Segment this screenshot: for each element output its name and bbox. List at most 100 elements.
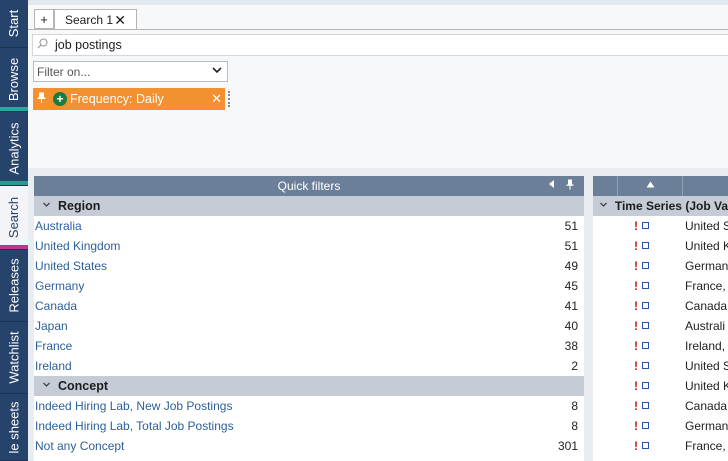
checkbox[interactable] (642, 322, 649, 329)
series-name: Canada, (685, 299, 728, 313)
warning-flag-icon: ! (634, 439, 638, 453)
table-row[interactable]: ! Canada, (593, 296, 728, 316)
frequency-filter-label: Frequency: Daily (70, 92, 164, 106)
search-input[interactable]: job postings (32, 34, 728, 56)
close-icon[interactable]: ✕ (211, 91, 222, 107)
group-label: Concept (58, 379, 108, 393)
item-count: 45 (564, 279, 578, 293)
table-row[interactable]: ! United S (593, 216, 728, 236)
quick-filters-panel: Quick filters Region Australia 51 United … (34, 176, 584, 461)
item-label: Ireland (35, 359, 72, 373)
list-item[interactable]: Australia 51 (34, 216, 584, 236)
collapse-left-icon[interactable] (548, 179, 556, 192)
group-label: Region (58, 199, 101, 213)
nav-tab-start[interactable]: Start (0, 0, 28, 48)
frequency-filter-chip[interactable]: + Frequency: Daily ✕ (33, 88, 225, 110)
warning-flag-icon: ! (634, 379, 638, 393)
table-row[interactable]: ! Germany (593, 416, 728, 436)
list-item[interactable]: Indeed Hiring Lab, New Job Postings 8 (34, 396, 584, 416)
warning-flag-icon: ! (634, 419, 638, 433)
group-header-concept[interactable]: Concept (34, 376, 584, 396)
list-item[interactable]: United States 49 (34, 256, 584, 276)
item-count: 38 (564, 339, 578, 353)
warning-flag-icon: ! (634, 339, 638, 353)
item-label: United States (35, 259, 108, 273)
list-item[interactable]: Ireland 2 (34, 356, 584, 376)
warning-flag-icon: ! (634, 219, 638, 233)
pin-icon[interactable] (33, 92, 49, 106)
list-item[interactable]: Indeed Hiring Lab, Total Job Postings 8 (34, 416, 584, 436)
table-row[interactable]: ! Ireland, (593, 336, 728, 356)
nav-tab-start-label: Start (6, 9, 22, 38)
table-row[interactable]: ! United K (593, 376, 728, 396)
drag-handle[interactable] (228, 91, 231, 107)
table-row[interactable]: ! Germany (593, 256, 728, 276)
checkbox[interactable] (642, 302, 649, 309)
tab-search-1[interactable]: Search 1 ✕ (54, 9, 137, 30)
pin-icon[interactable] (566, 179, 574, 193)
table-row[interactable]: ! United K (593, 236, 728, 256)
table-row[interactable]: ! United S (593, 356, 728, 376)
result-rows: ! United S! United K! Germany! France, T! Can… (593, 216, 728, 456)
series-name: United S (685, 219, 728, 233)
item-label: Canada (35, 299, 78, 313)
search-icon (33, 38, 51, 52)
nav-tab-analytics-accent (0, 181, 28, 185)
filter-dropdown[interactable]: Filter on... (33, 61, 228, 82)
add-icon[interactable]: + (53, 92, 67, 106)
checkbox[interactable] (642, 282, 649, 289)
table-row[interactable]: ! Canada, (593, 396, 728, 416)
nav-tab-browse[interactable]: Browse (0, 48, 28, 112)
item-count: 49 (564, 259, 578, 273)
group-header-region[interactable]: Region (34, 196, 584, 216)
item-count: 40 (564, 319, 578, 333)
list-item[interactable]: Germany 45 (34, 276, 584, 296)
list-item[interactable]: France 38 (34, 336, 584, 356)
close-icon[interactable]: ✕ (114, 12, 126, 29)
list-item[interactable]: Japan 40 (34, 316, 584, 336)
nav-tab-watchlist[interactable]: Watchlist (0, 322, 28, 394)
search-query: job postings (55, 38, 122, 52)
table-row[interactable]: ! France, I (593, 436, 728, 456)
nav-tab-search[interactable]: Search (0, 186, 28, 250)
series-name: France, T (685, 279, 728, 293)
table-row[interactable]: ! Australi (593, 316, 728, 336)
results-group-label: Time Series (Job Va (614, 199, 728, 213)
nav-tab-search-label: Search (6, 196, 22, 239)
nav-tab-sheets[interactable]: le sheets (0, 394, 28, 461)
item-count: 8 (571, 399, 578, 413)
chevron-down-icon (34, 380, 58, 392)
checkbox[interactable] (642, 422, 649, 429)
list-item[interactable]: United Kingdom 51 (34, 236, 584, 256)
item-count: 51 (564, 239, 578, 253)
checkbox[interactable] (642, 262, 649, 269)
checkbox[interactable] (642, 362, 649, 369)
filter-placeholder: Filter on... (37, 64, 91, 79)
tab-search-1-label: Search 1 (65, 13, 114, 27)
list-item[interactable]: Canada 41 (34, 296, 584, 316)
nav-tab-browse-accent (0, 107, 28, 111)
checkbox[interactable] (642, 402, 649, 409)
nav-tab-analytics[interactable]: Analytics (0, 112, 28, 186)
checkbox[interactable] (642, 442, 649, 449)
checkbox[interactable] (642, 242, 649, 249)
results-group-header[interactable]: Time Series (Job Va (593, 196, 728, 216)
chevron-down-icon (593, 200, 615, 212)
item-count: 8 (571, 419, 578, 433)
results-header (593, 176, 728, 196)
table-row[interactable]: ! France, T (593, 276, 728, 296)
nav-tab-watchlist-label: Watchlist (6, 331, 22, 384)
checkbox[interactable] (642, 342, 649, 349)
add-tab-button[interactable]: + (34, 9, 54, 29)
warning-flag-icon: ! (634, 319, 638, 333)
sort-ascending-icon[interactable] (646, 180, 655, 191)
series-name: United K (685, 379, 728, 393)
nav-tab-releases[interactable]: Releases (0, 250, 28, 322)
list-item[interactable]: Not any Concept 301 (34, 436, 584, 456)
item-label: Indeed Hiring Lab, New Job Postings (35, 399, 233, 413)
quick-filters-header: Quick filters (34, 176, 584, 196)
checkbox[interactable] (642, 222, 649, 229)
item-label: Australia (35, 219, 82, 233)
checkbox[interactable] (642, 382, 649, 389)
item-label: Not any Concept (35, 439, 125, 453)
